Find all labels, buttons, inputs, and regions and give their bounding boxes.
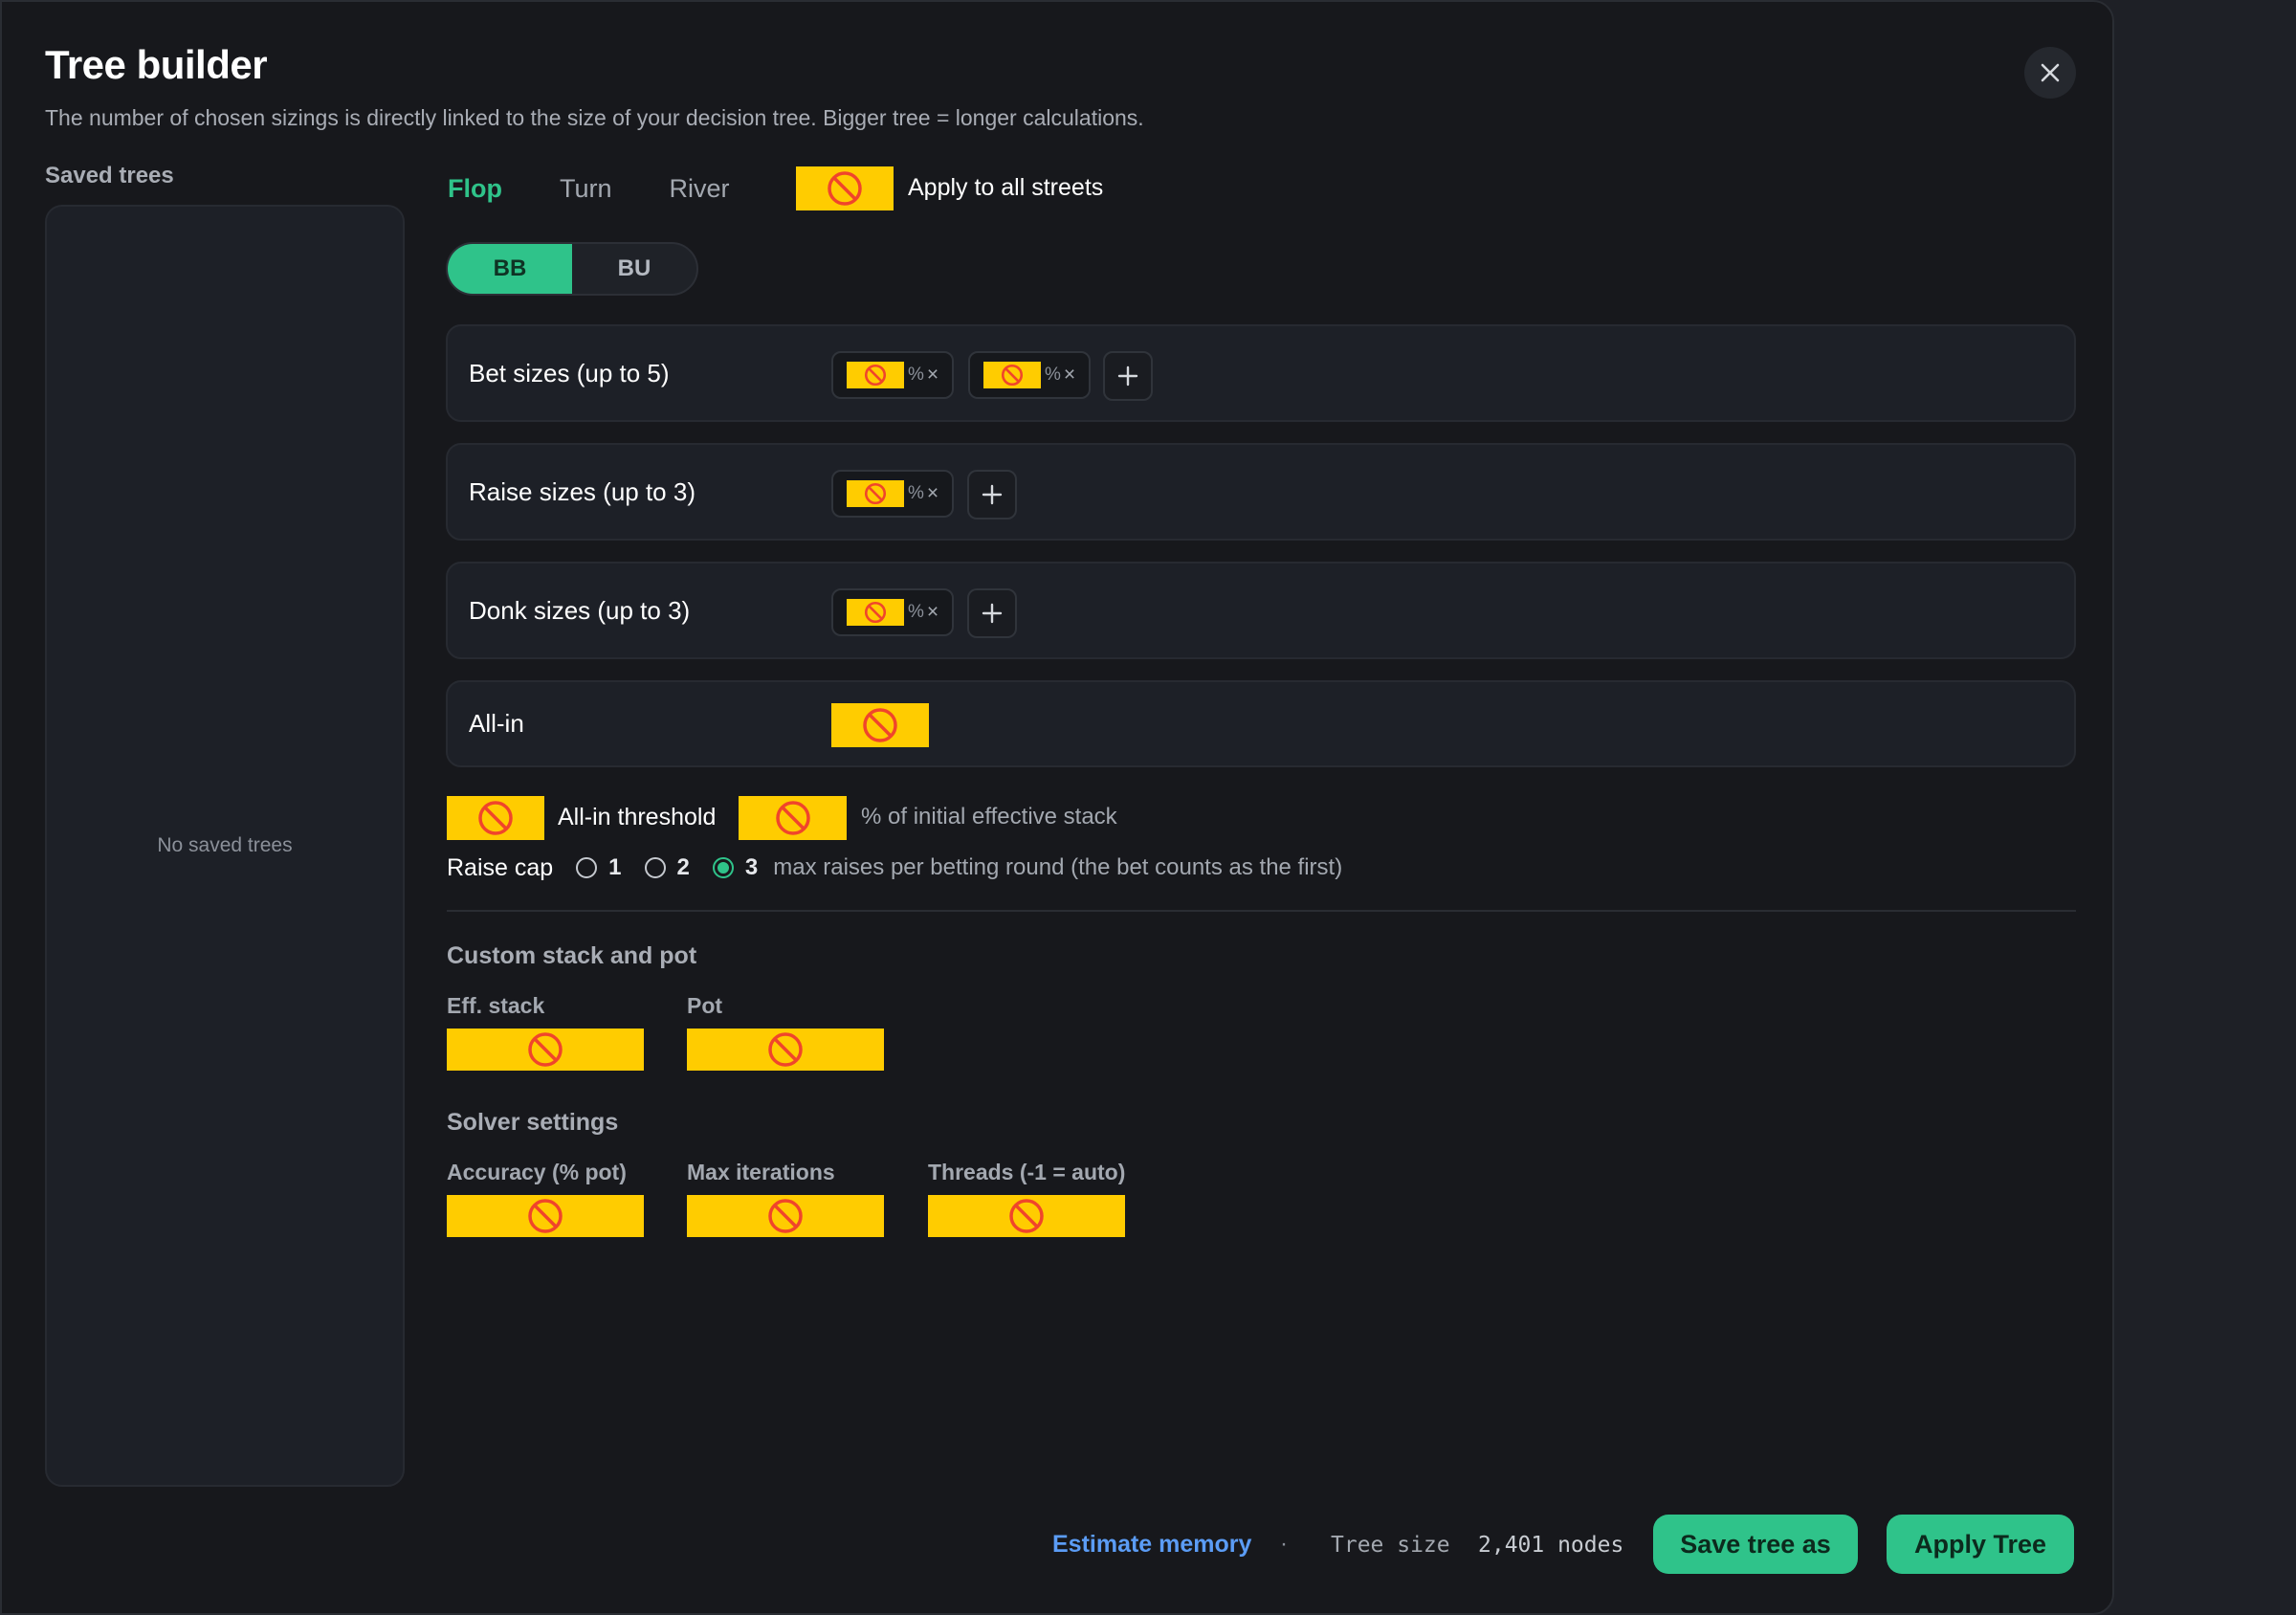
donk-size-chip[interactable]: % × [831,588,954,636]
saved-trees-label: Saved trees [45,163,174,188]
plus-icon [1117,365,1138,387]
no-entry-icon [768,1032,803,1067]
no-entry-icon [864,364,887,387]
no-entry-icon [864,482,887,505]
raise-cap-group: Raise cap 1 2 3 max raises per betting r… [447,852,1342,883]
no-entry-icon [1009,1199,1044,1233]
no-entry-icon [775,801,810,835]
close-icon [2041,63,2060,82]
bet-size-input[interactable] [847,362,904,388]
remove-chip-icon[interactable]: × [927,364,938,387]
pot-input[interactable] [687,1029,884,1071]
no-entry-icon [828,171,862,206]
radio-label: 2 [676,854,690,880]
footer-separator: · [1280,1531,1288,1557]
bet-size-chip[interactable]: % × [831,351,954,399]
raise-cap-option-3[interactable]: 3 [712,854,759,881]
all-in-threshold-suffix: % of initial effective stack [861,804,1117,830]
dialog-title: Tree builder [45,42,268,87]
save-tree-as-button[interactable]: Save tree as [1653,1515,1858,1574]
no-entry-icon [528,1032,563,1067]
plus-icon [982,603,1003,624]
eff-stack-label: Eff. stack [447,993,545,1018]
dialog-subtitle: The number of chosen sizings is directly… [45,105,1144,130]
tree-size-value: 2,401 nodes [1478,1533,1624,1558]
radio-button[interactable] [576,857,598,878]
threads-input[interactable] [928,1195,1125,1237]
radio-button-checked[interactable] [712,857,734,878]
close-button[interactable] [2024,47,2076,99]
tree-size-label: Tree size [1331,1533,1450,1558]
saved-trees-empty: No saved trees [157,834,293,856]
solver-settings-title: Solver settings [447,1109,619,1136]
raise-cap-option-1[interactable]: 1 [576,854,622,881]
apply-all-streets-toggle[interactable] [796,166,894,210]
max-iterations-label: Max iterations [687,1160,835,1184]
no-entry-icon [768,1199,803,1233]
all-in-threshold-label: All-in threshold [558,804,717,830]
remove-chip-icon[interactable]: × [927,601,938,624]
no-entry-icon [1001,364,1024,387]
all-in-label: All-in [469,709,524,738]
add-bet-size-button[interactable] [1103,351,1153,401]
no-entry-icon [863,708,897,742]
pot-label: Pot [687,993,723,1018]
plus-icon [982,484,1003,505]
no-entry-icon [478,801,513,835]
donk-size-input[interactable] [847,599,904,626]
apply-all-streets-label: Apply to all streets [908,174,1104,201]
all-in-toggle[interactable] [831,703,929,747]
donk-sizes-label: Donk sizes (up to 3) [469,595,691,625]
all-in-threshold-toggle[interactable] [447,796,544,840]
all-in-row: All-in [446,680,2076,767]
street-tabs: Flop Turn River [448,166,787,210]
add-donk-size-button[interactable] [967,588,1017,638]
remove-chip-icon[interactable]: × [927,482,938,505]
max-iterations-input[interactable] [687,1195,884,1237]
bet-size-input[interactable] [983,362,1041,388]
tab-flop[interactable]: Flop [448,174,502,204]
radio-label: 1 [608,854,622,880]
raise-cap-label: Raise cap [447,853,554,881]
percent-suffix: % [908,483,924,503]
custom-stack-title: Custom stack and pot [447,942,697,969]
accuracy-input[interactable] [447,1195,644,1237]
section-divider [447,910,2076,912]
bet-size-chip[interactable]: % × [968,351,1091,399]
tab-turn[interactable]: Turn [560,174,612,204]
position-bu[interactable]: BU [572,244,696,294]
raise-sizes-label: Raise sizes (up to 3) [469,476,695,506]
radio-button[interactable] [644,857,666,878]
no-entry-icon [528,1199,563,1233]
radio-label: 3 [744,854,759,880]
accuracy-label: Accuracy (% pot) [447,1160,627,1184]
tab-river[interactable]: River [670,174,730,204]
position-selector: BB BU [446,242,698,296]
threads-label: Threads (-1 = auto) [928,1160,1126,1184]
raise-cap-option-2[interactable]: 2 [644,854,690,881]
bet-sizes-row: Bet sizes (up to 5) % × % × [446,324,2076,422]
bet-sizes-label: Bet sizes (up to 5) [469,358,670,387]
add-raise-size-button[interactable] [967,470,1017,520]
raise-cap-suffix: max raises per betting round (the bet co… [773,854,1343,880]
estimate-memory-link[interactable]: Estimate memory [1052,1531,1251,1559]
remove-chip-icon[interactable]: × [1064,364,1075,387]
percent-suffix: % [908,365,924,385]
raise-size-chip[interactable]: % × [831,470,954,518]
tree-builder-dialog: Tree builder The number of chosen sizing… [0,0,2114,1615]
raise-size-input[interactable] [847,480,904,507]
all-in-threshold-input[interactable] [739,796,847,840]
position-bb[interactable]: BB [448,244,572,294]
percent-suffix: % [908,602,924,622]
donk-sizes-row: Donk sizes (up to 3) % × [446,562,2076,659]
saved-trees-panel: No saved trees [45,205,405,1487]
raise-sizes-row: Raise sizes (up to 3) % × [446,443,2076,541]
no-entry-icon [864,601,887,624]
eff-stack-input[interactable] [447,1029,644,1071]
apply-tree-button[interactable]: Apply Tree [1887,1515,2074,1574]
percent-suffix: % [1045,365,1061,385]
